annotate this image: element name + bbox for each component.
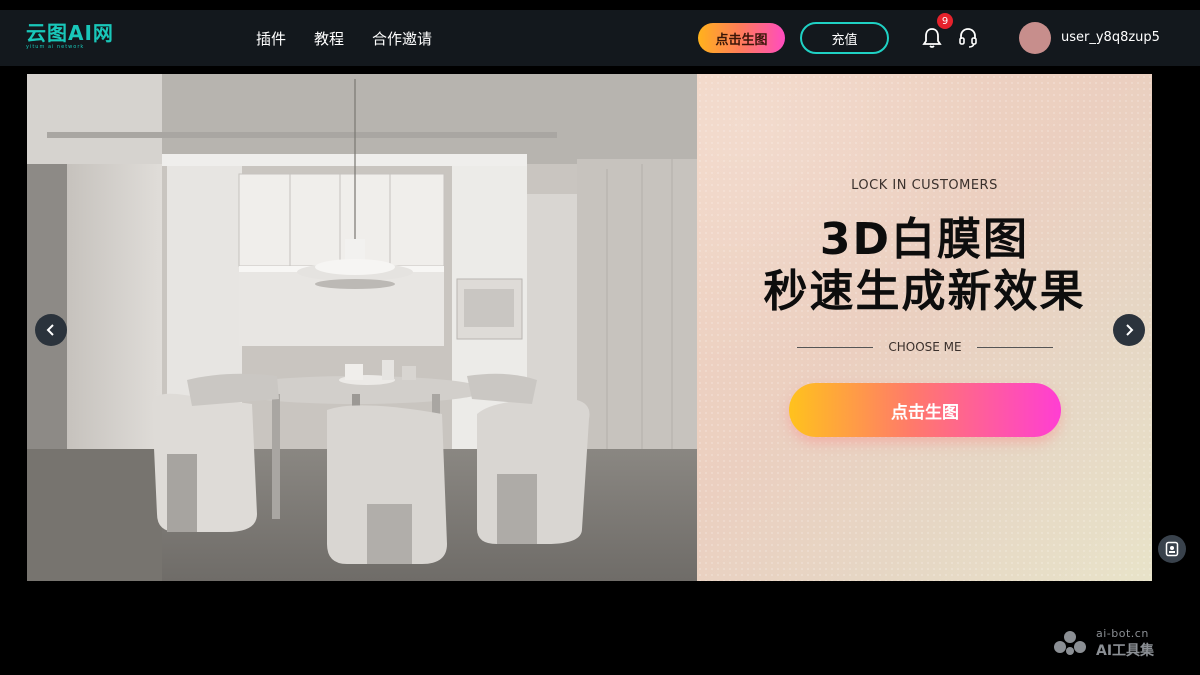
chevron-left-icon [46,324,54,336]
bookmark-icon [1165,541,1179,557]
bell-icon[interactable] [922,27,942,49]
chevron-right-icon [1126,324,1134,336]
watermark-title: AI工具集 [1096,643,1155,659]
divider-line-left [797,346,873,348]
choose-me-label: CHOOSE ME [888,340,962,354]
logo-text: 云图AI网 [26,21,114,45]
hero-banner-carousel[interactable]: LOCK IN CUSTOMERS 3D白膜图 秒速生成新效果 CHOOSE M… [27,74,1152,581]
carousel-prev-button[interactable] [35,314,67,346]
choose-me-divider: CHOOSE ME [797,338,1053,356]
site-logo[interactable]: 云图AI网 yitum ai network [26,22,114,50]
generate-image-button[interactable]: 点击生图 [698,23,785,53]
divider-line-right [977,346,1053,348]
cloud-logo-icon [1054,631,1086,655]
headline-line-1: 3D白膜图 [819,214,1030,265]
banner-generate-button[interactable]: 点击生图 [789,383,1061,437]
nav-item-partnership[interactable]: 合作邀请 [372,28,432,49]
promo-kicker: LOCK IN CUSTOMERS [851,178,998,193]
notification-badge: 9 [937,13,953,29]
nav-item-plugins[interactable]: 插件 [256,28,286,49]
top-navbar: 云图AI网 yitum ai network 插件 教程 合作邀请 点击生图 充… [0,10,1200,66]
recharge-button[interactable]: 充值 [800,22,889,54]
halftone-pattern [697,74,1152,581]
username[interactable]: user_y8q8zup5 [1061,30,1160,45]
promo-headline: 3D白膜图 秒速生成新效果 [697,214,1152,318]
watermark: ai-bot.cn AI工具集 [1048,625,1178,661]
headline-line-2: 秒速生成新效果 [763,266,1086,317]
floating-tool-button[interactable] [1158,535,1186,563]
headset-icon[interactable] [958,27,978,49]
main-nav: 插件 教程 合作邀请 [256,10,432,66]
nav-item-tutorials[interactable]: 教程 [314,28,344,49]
watermark-url: ai-bot.cn [1096,627,1149,640]
carousel-next-button[interactable] [1113,314,1145,346]
avatar[interactable] [1019,22,1051,54]
dining-room-render-image [27,74,697,581]
promo-panel: LOCK IN CUSTOMERS 3D白膜图 秒速生成新效果 CHOOSE M… [697,74,1152,581]
